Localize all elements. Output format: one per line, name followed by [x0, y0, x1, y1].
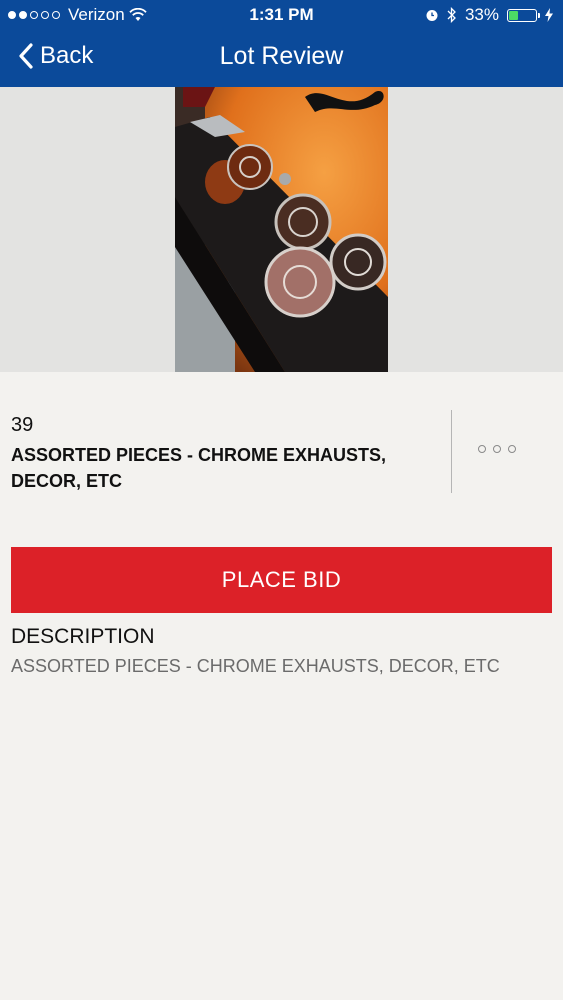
lot-number: 39 [11, 414, 34, 436]
status-right: 33% [425, 5, 553, 25]
lot-photo[interactable] [175, 87, 388, 372]
more-dot-icon [508, 445, 516, 453]
status-bar: Verizon 1:31 PM 33% [0, 0, 563, 30]
more-dot-icon [493, 445, 501, 453]
alarm-clock-icon [426, 10, 438, 21]
lot-photo-area [0, 87, 563, 372]
more-dot-icon [478, 445, 486, 453]
lot-title: ASSORTED PIECES - CHROME EXHAUSTS, DECOR… [11, 445, 387, 491]
page-title: Lot Review [219, 42, 344, 70]
header-bar: Verizon 1:31 PM 33% Back Lot Review [0, 0, 563, 87]
battery-icon [507, 8, 540, 22]
battery-percent: 33% [464, 5, 499, 24]
navigation-bar: Back Lot Review [0, 30, 563, 87]
place-bid-button[interactable]: PLACE BID [11, 547, 552, 613]
description-text: ASSORTED PIECES - CHROME EXHAUSTS, DECOR… [11, 656, 500, 676]
charging-bolt-icon [545, 8, 553, 22]
vertical-divider [451, 410, 452, 493]
description-heading: DESCRIPTION [11, 625, 155, 648]
more-options-button[interactable] [478, 445, 516, 453]
bluetooth-icon [447, 7, 456, 23]
